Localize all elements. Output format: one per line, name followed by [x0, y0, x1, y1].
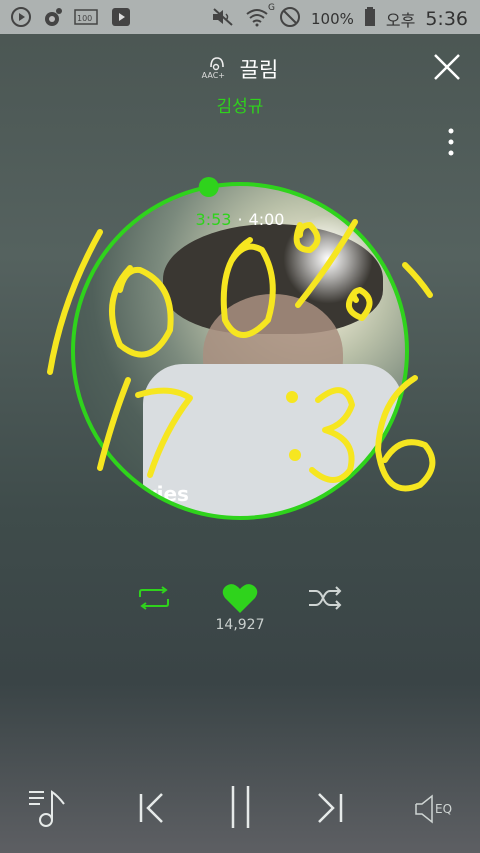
progress-ring-track [71, 182, 409, 520]
previous-icon[interactable] [138, 792, 168, 824]
time-separator: · [237, 210, 243, 229]
heart-icon[interactable] [222, 582, 258, 614]
total-time: 4:00 [248, 210, 285, 229]
repeat-icon[interactable] [137, 586, 171, 610]
eq-label: EQ [435, 802, 453, 816]
playlist-icon[interactable] [28, 786, 68, 828]
progress-ring[interactable] [0, 0, 480, 540]
next-icon[interactable] [315, 792, 345, 824]
speaker-icon [415, 794, 433, 824]
shuffle-icon[interactable] [307, 586, 343, 610]
album-disc: ories 3:53 · 4:00 [0, 0, 480, 540]
current-time: 3:53 [195, 210, 232, 229]
pause-icon[interactable] [228, 784, 254, 830]
time-display: 3:53 · 4:00 [0, 210, 480, 229]
player-actions [0, 580, 480, 620]
like-count: 14,927 [215, 617, 265, 633]
progress-knob[interactable] [198, 177, 219, 197]
eq-button[interactable]: EQ [414, 794, 452, 824]
playback-controls: EQ [0, 782, 480, 832]
